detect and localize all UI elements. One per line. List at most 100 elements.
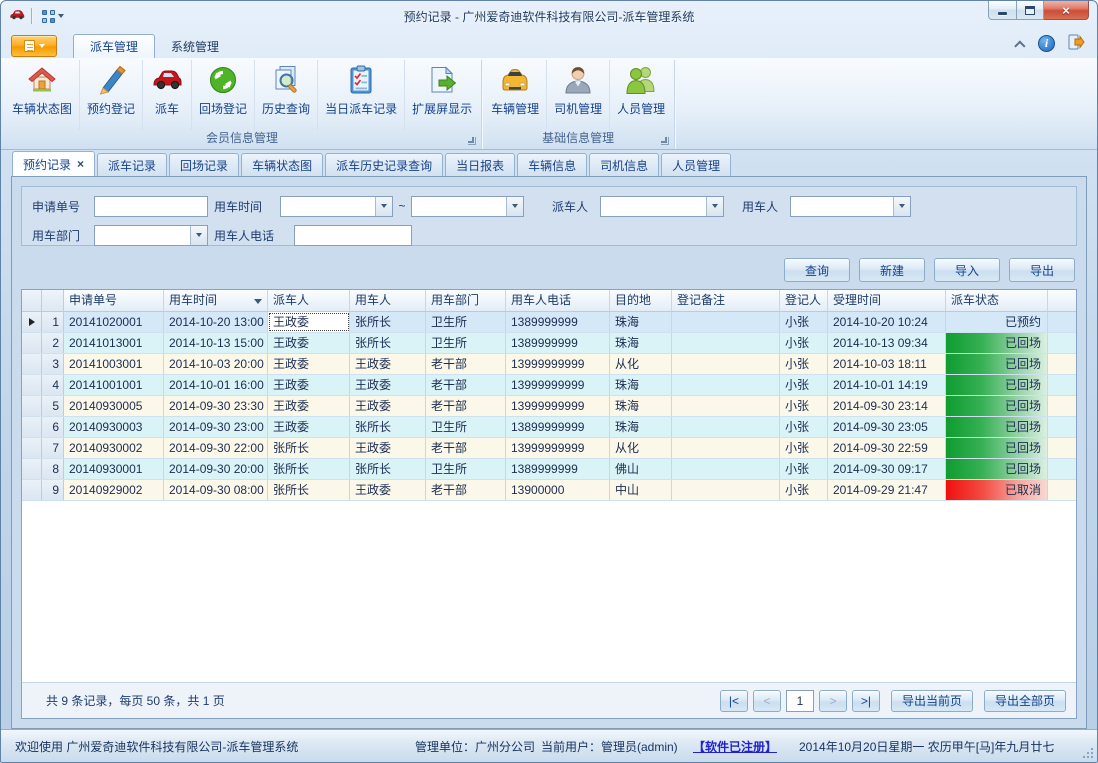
export-button[interactable]: 导出 <box>1009 258 1075 282</box>
ribbon-tab-system[interactable]: 系统管理 <box>155 34 235 58</box>
table-row[interactable]: 5 20140930005 2014-09-30 23:30 王政委 王政委 老… <box>22 396 1076 417</box>
cell-dispatch-status[interactable]: 已预约 <box>946 312 1048 332</box>
table-row[interactable]: 9 20140929002 2014-09-30 08:00 张所长 王政委 老… <box>22 480 1076 501</box>
header-user[interactable]: 用车人 <box>350 290 426 311</box>
today-dispatch-records-button[interactable]: 当日派车记录 <box>318 60 405 130</box>
cell-department[interactable]: 老干部 <box>426 480 506 500</box>
cell-accept-time[interactable]: 2014-09-30 22:59 <box>828 438 946 458</box>
cell-registrar[interactable]: 小张 <box>780 438 828 458</box>
cell-accept-time[interactable]: 2014-10-01 14:19 <box>828 375 946 395</box>
collapse-ribbon-icon[interactable] <box>1014 40 1025 51</box>
cell-phone[interactable]: 1389999999 <box>506 459 610 479</box>
exit-log-icon[interactable] <box>1067 33 1085 54</box>
table-row[interactable]: 8 20140930001 2014-09-30 20:00 张所长 张所长 卫… <box>22 459 1076 480</box>
cell-destination[interactable]: 佛山 <box>610 459 672 479</box>
cell-user[interactable]: 王政委 <box>350 375 426 395</box>
cell-remark[interactable] <box>672 417 780 437</box>
maximize-button[interactable] <box>1017 1 1044 20</box>
cell-dispatcher[interactable]: 王政委 <box>268 375 350 395</box>
cell-remark[interactable] <box>672 333 780 353</box>
tab-reservation-records[interactable]: 预约记录 × <box>12 151 95 176</box>
cell-remark[interactable] <box>672 312 780 332</box>
tab-return-records[interactable]: 回场记录 <box>169 153 239 176</box>
header-use-time[interactable]: 用车时间 <box>164 290 268 311</box>
personnel-manage-button[interactable]: 人员管理 <box>610 60 672 130</box>
cell-department[interactable]: 卫生所 <box>426 459 506 479</box>
cell-user[interactable]: 王政委 <box>350 396 426 416</box>
tab-vehicle-status-map[interactable]: 车辆状态图 <box>241 153 323 176</box>
close-button[interactable]: × <box>1044 1 1089 20</box>
cell-order-no[interactable]: 20141001001 <box>64 375 164 395</box>
cell-order-no[interactable]: 20140930003 <box>64 417 164 437</box>
application-menu-button[interactable] <box>11 35 57 57</box>
return-register-button[interactable]: 回场登记 <box>192 60 255 130</box>
cell-order-no[interactable]: 20140930001 <box>64 459 164 479</box>
cell-department[interactable]: 卫生所 <box>426 333 506 353</box>
cell-remark[interactable] <box>672 375 780 395</box>
cell-remark[interactable] <box>672 459 780 479</box>
cell-user[interactable]: 张所长 <box>350 333 426 353</box>
table-row[interactable]: 1 20141020001 2014-10-20 13:00 王政委 张所长 卫… <box>22 312 1076 333</box>
cell-order-no[interactable]: 20140930002 <box>64 438 164 458</box>
use-time-from-select[interactable] <box>280 196 393 217</box>
dept-select[interactable] <box>94 225 208 246</box>
last-page-button[interactable]: >| <box>852 690 880 712</box>
tab-dispatch-history-query[interactable]: 派车历史记录查询 <box>325 153 443 176</box>
cell-destination[interactable]: 珠海 <box>610 375 672 395</box>
minimize-button[interactable] <box>988 1 1017 20</box>
cell-use-time[interactable]: 2014-10-03 20:00 <box>164 354 268 374</box>
dialog-launcher-icon[interactable] <box>468 137 476 145</box>
order-no-input[interactable] <box>94 196 208 217</box>
cell-accept-time[interactable]: 2014-09-30 23:05 <box>828 417 946 437</box>
cell-order-no[interactable]: 20140930005 <box>64 396 164 416</box>
cell-dispatch-status[interactable]: 已回场 <box>946 459 1048 479</box>
cell-dispatcher[interactable]: 王政委 <box>268 333 350 353</box>
cell-order-no[interactable]: 20140929002 <box>64 480 164 500</box>
cell-department[interactable]: 老干部 <box>426 438 506 458</box>
cell-registrar[interactable]: 小张 <box>780 480 828 500</box>
cell-destination[interactable]: 珠海 <box>610 396 672 416</box>
cell-use-time[interactable]: 2014-09-30 08:00 <box>164 480 268 500</box>
cell-dispatch-status[interactable]: 已回场 <box>946 438 1048 458</box>
cell-destination[interactable]: 从化 <box>610 438 672 458</box>
cell-dispatch-status[interactable]: 已回场 <box>946 375 1048 395</box>
info-icon[interactable]: i <box>1038 35 1055 52</box>
cell-dispatcher[interactable]: 王政委 <box>268 417 350 437</box>
cell-department[interactable]: 卫生所 <box>426 417 506 437</box>
cell-registrar[interactable]: 小张 <box>780 312 828 332</box>
page-number-input[interactable] <box>786 690 814 712</box>
query-button[interactable]: 查询 <box>784 258 850 282</box>
cell-dispatcher[interactable]: 张所长 <box>268 459 350 479</box>
table-row[interactable]: 6 20140930003 2014-09-30 23:00 王政委 张所长 卫… <box>22 417 1076 438</box>
cell-user[interactable]: 张所长 <box>350 417 426 437</box>
cell-accept-time[interactable]: 2014-09-29 21:47 <box>828 480 946 500</box>
table-row[interactable]: 4 20141001001 2014-10-01 16:00 王政委 王政委 老… <box>22 375 1076 396</box>
cell-registrar[interactable]: 小张 <box>780 459 828 479</box>
cell-dispatcher[interactable]: 王政委 <box>268 312 350 332</box>
header-destination[interactable]: 目的地 <box>610 290 672 311</box>
cell-dispatcher[interactable]: 王政委 <box>268 354 350 374</box>
cell-use-time[interactable]: 2014-09-30 20:00 <box>164 459 268 479</box>
header-accept-time[interactable]: 受理时间 <box>828 290 946 311</box>
export-all-pages-button[interactable]: 导出全部页 <box>984 690 1066 712</box>
tab-dispatch-records[interactable]: 派车记录 <box>97 153 167 176</box>
header-phone[interactable]: 用车人电话 <box>506 290 610 311</box>
cell-use-time[interactable]: 2014-10-20 13:00 <box>164 312 268 332</box>
cell-user[interactable]: 张所长 <box>350 459 426 479</box>
cell-destination[interactable]: 中山 <box>610 480 672 500</box>
header-registrar[interactable]: 登记人 <box>780 290 828 311</box>
cell-accept-time[interactable]: 2014-09-30 09:17 <box>828 459 946 479</box>
cell-destination[interactable]: 珠海 <box>610 417 672 437</box>
tab-daily-report[interactable]: 当日报表 <box>445 153 515 176</box>
filter-dropdown-icon[interactable] <box>254 299 262 304</box>
cell-destination[interactable]: 珠海 <box>610 312 672 332</box>
history-query-button[interactable]: 历史查询 <box>255 60 318 130</box>
table-row[interactable]: 7 20140930002 2014-09-30 22:00 张所长 王政委 老… <box>22 438 1076 459</box>
vehicle-manage-button[interactable]: 车辆管理 <box>484 60 547 130</box>
cell-dispatch-status[interactable]: 已回场 <box>946 417 1048 437</box>
resize-grip[interactable] <box>1091 756 1093 758</box>
cell-phone[interactable]: 13899999999 <box>506 417 610 437</box>
cell-remark[interactable] <box>672 354 780 374</box>
cell-remark[interactable] <box>672 396 780 416</box>
license-link[interactable]: 【软件已注册】 <box>693 738 797 755</box>
